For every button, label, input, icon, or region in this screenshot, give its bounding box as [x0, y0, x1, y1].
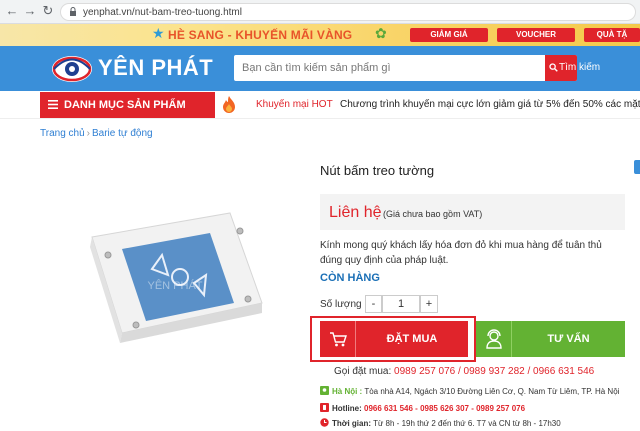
category-menu-label: DANH MỤC SẢN PHẨM [64, 99, 186, 111]
search-placeholder: Bạn cần tìm kiếm sản phẩm gì [242, 62, 391, 74]
cart-icon-wrap [320, 321, 356, 357]
hours-row: Thời gian: Từ 8h - 19h thứ 2 đến thứ 6. … [320, 418, 561, 428]
nav-bar: DANH MỤC SẢN PHẨM Khuyến mại HOT Chương … [0, 91, 640, 119]
arrow-left-icon[interactable]: ← [4, 3, 20, 19]
quantity-minus-button[interactable]: - [365, 295, 382, 313]
promo-pill-gift[interactable]: QUÀ TẶ [584, 28, 640, 42]
phone-icon [320, 403, 329, 412]
hotline-label: Hotline: [332, 404, 362, 413]
hours-label: Thời gian: [332, 419, 372, 428]
side-tab[interactable] [634, 160, 640, 174]
search-input[interactable]: Bạn cần tìm kiếm sản phẩm gì [234, 55, 577, 81]
address-row: Hà Nội : Tòa nhà A14, Ngách 3/10 Đường L… [320, 386, 619, 396]
arrow-right-icon[interactable]: → [22, 3, 38, 19]
address-bar[interactable]: yenphat.vn/nut-bam-treo-tuong.html [60, 3, 636, 21]
leaf-icon: ✿ [375, 25, 387, 41]
support-agent-icon [486, 329, 502, 349]
starfish-icon: ★ [152, 25, 165, 41]
search-icon [549, 63, 558, 72]
browser-toolbar: ← → ↻ yenphat.vn/nut-bam-treo-tuong.html [0, 0, 640, 24]
url-text: yenphat.vn/nut-bam-treo-tuong.html [83, 7, 242, 18]
logo-eye-icon[interactable] [50, 52, 94, 86]
product-price: Liên hệ [329, 204, 382, 221]
address-text: Tòa nhà A14, Ngách 3/10 Đường Liên Cơ, Q… [364, 387, 620, 396]
search-button[interactable]: Tìm kiếm [545, 55, 600, 81]
hours-text: Từ 8h - 19h thứ 2 đến thứ 6. T7 và CN từ… [373, 419, 561, 428]
breadcrumb-home[interactable]: Trang chủ [40, 128, 85, 139]
consult-button[interactable]: TƯ VẤN [476, 321, 625, 357]
consult-icon-wrap [476, 321, 512, 357]
search-button-label: Tìm kiếm [559, 62, 601, 73]
cart-icon [330, 332, 347, 347]
quantity-label: Số lượng [320, 299, 362, 310]
product-title: Nút bấm treo tường [320, 163, 435, 178]
buy-button[interactable]: ĐẶT MUA [320, 321, 468, 357]
location-pin-icon [320, 386, 329, 395]
promo-pill-voucher[interactable]: VOUCHER [497, 28, 575, 42]
clock-icon [320, 418, 329, 427]
hot-promo-link[interactable]: Khuyến mại HOT [256, 99, 333, 110]
hamburger-icon [48, 100, 58, 109]
reload-icon[interactable]: ↻ [40, 3, 56, 19]
hotline-row: Hotline: 0966 631 546 - 0985 626 307 - 0… [320, 403, 525, 413]
stock-status: CÒN HÀNG [320, 272, 380, 284]
consult-button-label: TƯ VẤN [547, 333, 590, 345]
svg-text:YÊN PHÁT: YÊN PHÁT [147, 279, 202, 292]
order-phone-line: Gọi đặt mua: 0989 257 076 / 0989 937 282… [334, 366, 594, 377]
fire-icon [223, 96, 235, 113]
order-phone-numbers[interactable]: 0989 257 076 / 0989 937 282 / 0966 631 5… [394, 366, 594, 377]
promo-pill-discount[interactable]: GIẢM GIÁ [410, 28, 488, 42]
hotline-numbers[interactable]: 0966 631 546 - 0985 626 307 - 0989 257 0… [364, 404, 525, 413]
invoice-notice: Kính mong quý khách lấy hóa đơn đỏ khi m… [320, 240, 602, 266]
quantity-plus-button[interactable]: + [420, 295, 438, 313]
order-phone-prefix: Gọi đặt mua: [334, 366, 392, 377]
vat-note: (Giá chưa bao gồm VAT) [383, 209, 483, 219]
promo-marquee[interactable]: Chương trình khuyến mại cực lớn giảm giá… [340, 99, 640, 110]
breadcrumb: Trang chủ › Barie tự động [40, 128, 153, 139]
buy-button-label: ĐẶT MUA [386, 333, 438, 345]
logo-text[interactable]: YÊN PHÁT [98, 55, 213, 81]
quantity-input[interactable]: 1 [382, 295, 420, 313]
address-label: Hà Nội : [332, 387, 363, 396]
price-box: Liên hệ (Giá chưa bao gồm VAT) [320, 194, 625, 230]
product-image[interactable]: YÊN PHÁT [80, 185, 270, 355]
breadcrumb-separator: › [86, 128, 90, 139]
category-menu-button[interactable]: DANH MỤC SẢN PHẨM [40, 92, 215, 118]
site-header: YÊN PHÁT Bạn cần tìm kiếm sản phẩm gì [0, 46, 640, 91]
promo-title: HÈ SANG - KHUYẾN MÃI VÀNG [168, 28, 353, 42]
breadcrumb-category[interactable]: Barie tự động [92, 128, 153, 139]
lock-icon [70, 7, 76, 16]
promo-banner[interactable]: ★ HÈ SANG - KHUYẾN MÃI VÀNG ✿ GIẢM GIÁ V… [0, 24, 640, 46]
